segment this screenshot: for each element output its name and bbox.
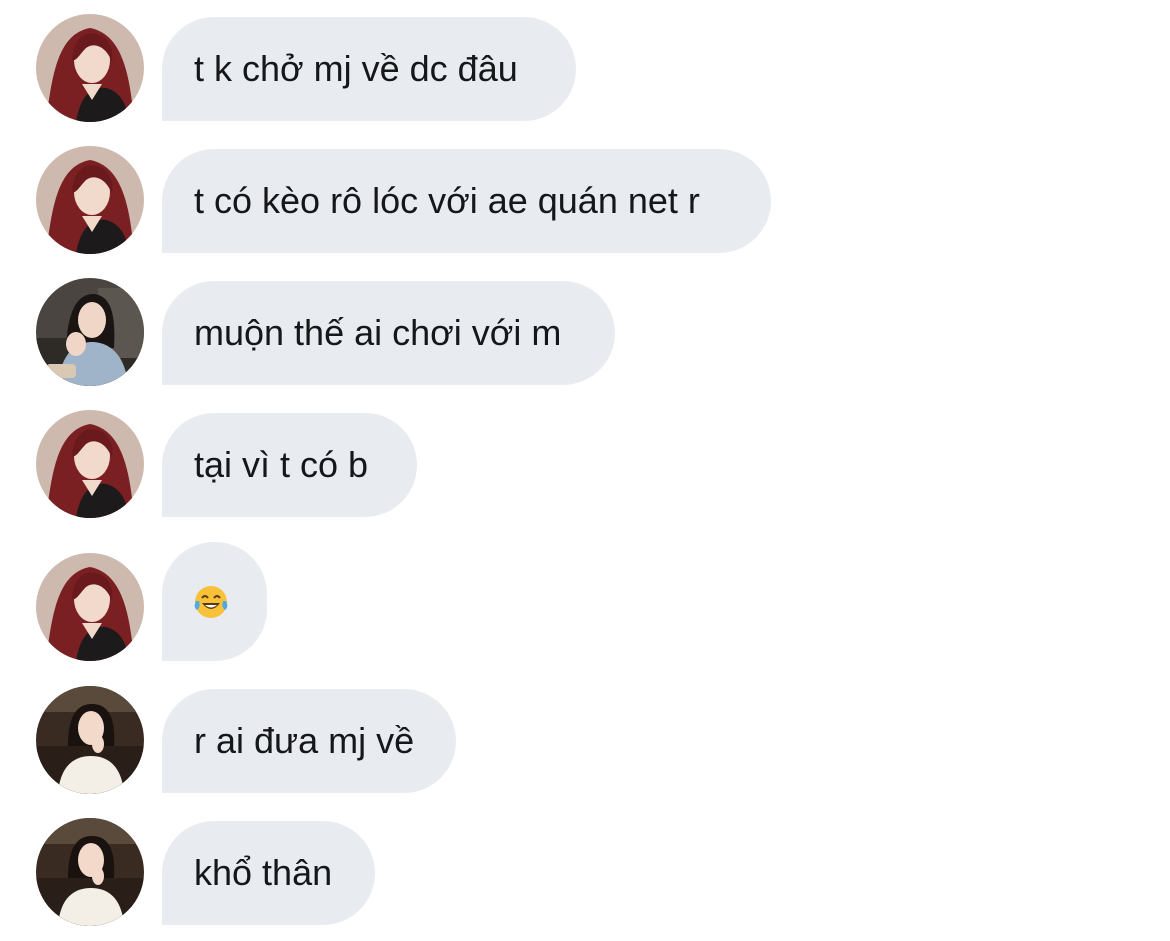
message-bubble[interactable]: t k chở mj về dc đâu <box>162 17 576 121</box>
avatar-image <box>36 410 144 518</box>
message-text: t có kèo rô lóc với ae quán net r <box>194 180 700 221</box>
red-hair-avatar[interactable] <box>36 146 144 254</box>
message-row: r ai đưa mj về <box>0 686 1170 796</box>
message-text: tại vì t có b <box>194 444 369 485</box>
sweater-avatar[interactable] <box>36 278 144 386</box>
message-row: t k chở mj về dc đâu <box>0 14 1170 124</box>
red-hair-avatar[interactable] <box>36 553 144 661</box>
message-text: khổ thân <box>194 852 333 893</box>
message-bubble[interactable]: t có kèo rô lóc với ae quán net r <box>162 149 771 253</box>
restaurant-avatar[interactable] <box>36 818 144 926</box>
avatar-image <box>36 553 144 661</box>
red-hair-avatar[interactable] <box>36 14 144 122</box>
message-bubble[interactable]: khổ thân <box>162 821 375 925</box>
avatar-image <box>36 818 144 926</box>
avatar-image <box>36 686 144 794</box>
avatar-image <box>36 146 144 254</box>
message-row: tại vì t có b <box>0 410 1170 520</box>
message-row <box>0 542 1170 663</box>
face-with-tears-of-joy-icon <box>192 583 230 621</box>
message-row: muộn thế ai chơi với m <box>0 278 1170 388</box>
message-row: t có kèo rô lóc với ae quán net r <box>0 146 1170 256</box>
message-bubble[interactable]: r ai đưa mj về <box>162 689 456 793</box>
avatar-image <box>36 14 144 122</box>
message-row: khổ thân <box>0 818 1170 928</box>
message-bubble[interactable]: tại vì t có b <box>162 413 417 517</box>
message-text: muộn thế ai chơi với m <box>194 312 562 353</box>
restaurant-avatar[interactable] <box>36 686 144 794</box>
message-bubble[interactable]: muộn thế ai chơi với m <box>162 281 615 385</box>
red-hair-avatar[interactable] <box>36 410 144 518</box>
message-text: t k chở mj về dc đâu <box>194 48 518 89</box>
message-bubble[interactable] <box>162 542 267 661</box>
message-text: r ai đưa mj về <box>194 720 415 761</box>
avatar-image <box>36 278 144 386</box>
